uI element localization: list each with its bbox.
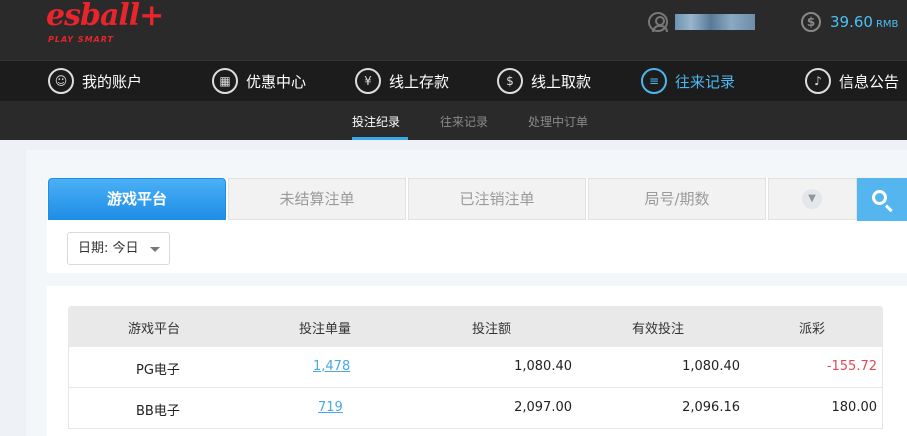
chevron-down-icon[interactable]: ▼ — [802, 189, 822, 209]
subnav-bet-records[interactable]: 投注纪录 — [352, 113, 400, 130]
cell-bet-amount: 1,080.40 — [514, 359, 572, 374]
nav-announcements[interactable]: ♪ 信息公告 — [805, 67, 899, 95]
cell-payout: 180.00 — [831, 400, 878, 415]
user-icon: ☺ — [48, 68, 74, 94]
coin-icon: $ — [801, 12, 821, 32]
top-header: esball+ PLAY SMART $ 39.60 RMB — [0, 0, 907, 60]
col-bet-amount: 投注额 — [472, 322, 512, 337]
nav-label: 线上存款 — [389, 72, 450, 91]
records-icon: ≡ — [641, 68, 667, 94]
col-valid-bet: 有效投注 — [632, 322, 685, 337]
balance-currency: RMB — [875, 19, 899, 30]
nav-promotions[interactable]: ▦ 优惠中心 — [212, 67, 306, 95]
table-row: BB电子 719 2,097.00 2,096.16 180.00 — [68, 388, 883, 429]
main-nav: ☺ 我的账户 ▦ 优惠中心 ¥ 线上存款 $ 线上取款 ≡ 往来记录 ♪ 信息公… — [0, 60, 907, 101]
col-platform: 游戏平台 — [128, 322, 181, 337]
tab-unsettled-bets[interactable]: 未结算注单 — [228, 178, 406, 220]
logo-tagline: PLAY SMART — [48, 35, 114, 44]
sub-nav: 投注纪录 往来记录 处理中订单 — [0, 101, 907, 140]
nav-label: 信息公告 — [839, 72, 900, 91]
search-button[interactable] — [857, 178, 907, 221]
subnav-pending-orders[interactable]: 处理中订单 — [528, 113, 588, 130]
cell-valid-bet: 2,096.16 — [682, 400, 740, 415]
tab-round-number[interactable]: 局号/期数 — [588, 178, 766, 220]
nav-withdraw[interactable]: $ 线上取款 — [497, 67, 591, 95]
tab-cancelled-bets[interactable]: 已注销注单 — [408, 178, 586, 220]
account-balance: 39.60 RMB — [830, 13, 898, 31]
table-row: PG电子 1,478 1,080.40 1,080.40 -155.72 — [68, 347, 883, 388]
balance-amount: 39.60 — [830, 13, 873, 31]
search-icon-handle — [884, 204, 893, 213]
nav-label: 优惠中心 — [246, 72, 307, 91]
table-header: 游戏平台 投注单量 投注额 有效投注 派彩 — [68, 306, 883, 347]
date-filter-value: 日期: 今日 — [78, 241, 139, 256]
nav-my-account[interactable]: ☺ 我的账户 — [48, 67, 142, 95]
col-payout: 派彩 — [799, 322, 826, 337]
cell-payout: -155.72 — [826, 359, 877, 374]
search-icon — [872, 190, 887, 205]
cell-platform: BB电子 — [136, 404, 180, 419]
cell-platform: PG电子 — [136, 363, 180, 378]
cell-bet-amount: 2,097.00 — [514, 400, 572, 415]
nav-label: 线上取款 — [531, 72, 592, 91]
active-tab-underline — [352, 137, 408, 140]
withdraw-icon: $ — [497, 68, 523, 94]
username-redacted — [675, 14, 755, 30]
cell-bet-count-link[interactable]: 719 — [318, 400, 343, 415]
deposit-icon: ¥ — [355, 68, 381, 94]
col-bet-count: 投注单量 — [299, 322, 352, 337]
nav-deposit[interactable]: ¥ 线上存款 — [355, 67, 449, 95]
subnav-transactions[interactable]: 往来记录 — [440, 113, 488, 130]
bell-icon: ♪ — [805, 68, 831, 94]
nav-label: 我的账户 — [82, 72, 143, 91]
cell-valid-bet: 1,080.40 — [682, 359, 740, 374]
date-filter-select[interactable]: 日期: 今日 — [67, 232, 170, 265]
nav-label: 往来记录 — [675, 72, 736, 91]
gift-icon: ▦ — [212, 68, 238, 94]
tab-game-platform[interactable]: 游戏平台 — [48, 178, 226, 220]
nav-records[interactable]: ≡ 往来记录 — [641, 67, 735, 95]
user-icon[interactable] — [648, 12, 668, 32]
logo-wordmark: esball+ — [46, 0, 164, 33]
esball-logo[interactable]: esball+ PLAY SMART — [46, 0, 164, 46]
cell-bet-count-link[interactable]: 1,478 — [313, 359, 350, 374]
caret-down-icon — [150, 247, 160, 252]
